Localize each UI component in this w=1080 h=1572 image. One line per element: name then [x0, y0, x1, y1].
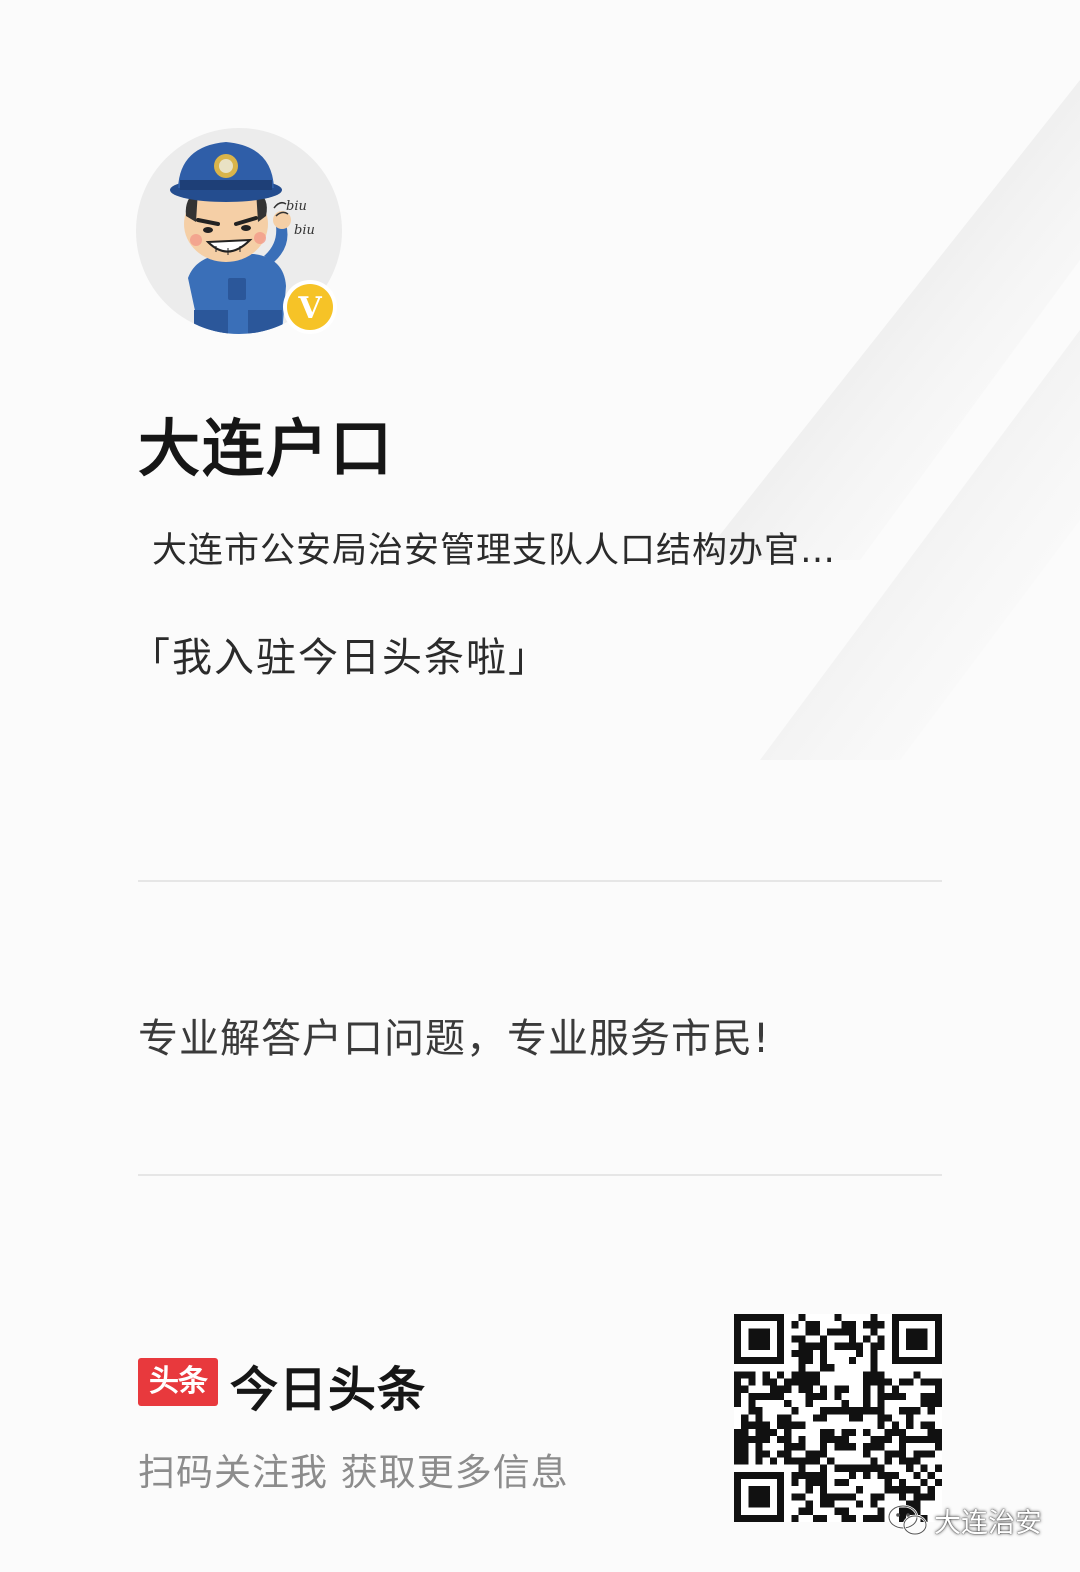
qr-code-icon[interactable]	[734, 1314, 942, 1522]
slogan-text: 专业解答户口问题，专业服务市民!	[138, 1016, 771, 1062]
account-description: 大连市公安局治安管理支队人口结构办官…	[152, 531, 837, 571]
divider-top	[138, 880, 942, 882]
watermark: 大连治安	[886, 1500, 1042, 1540]
avatar-biu-text-1: biu	[286, 199, 307, 214]
scan-hint-text: 扫码关注我 获取更多信息	[138, 1451, 569, 1494]
watermark-text: 大连治安	[934, 1507, 1042, 1539]
toutiao-logo-icon: 头条	[138, 1358, 218, 1406]
divider-bottom	[138, 1174, 942, 1176]
wechat-icon	[887, 1504, 928, 1536]
avatar-biu-text-2: biu	[294, 223, 315, 238]
account-name: 大连户口	[138, 412, 395, 485]
verified-badge-letter: V	[297, 291, 322, 326]
brand-name: 今日头条	[230, 1362, 427, 1418]
announcement-text: 「我入驻今日头条啦」	[130, 635, 550, 681]
verified-badge-icon: V	[283, 280, 337, 334]
